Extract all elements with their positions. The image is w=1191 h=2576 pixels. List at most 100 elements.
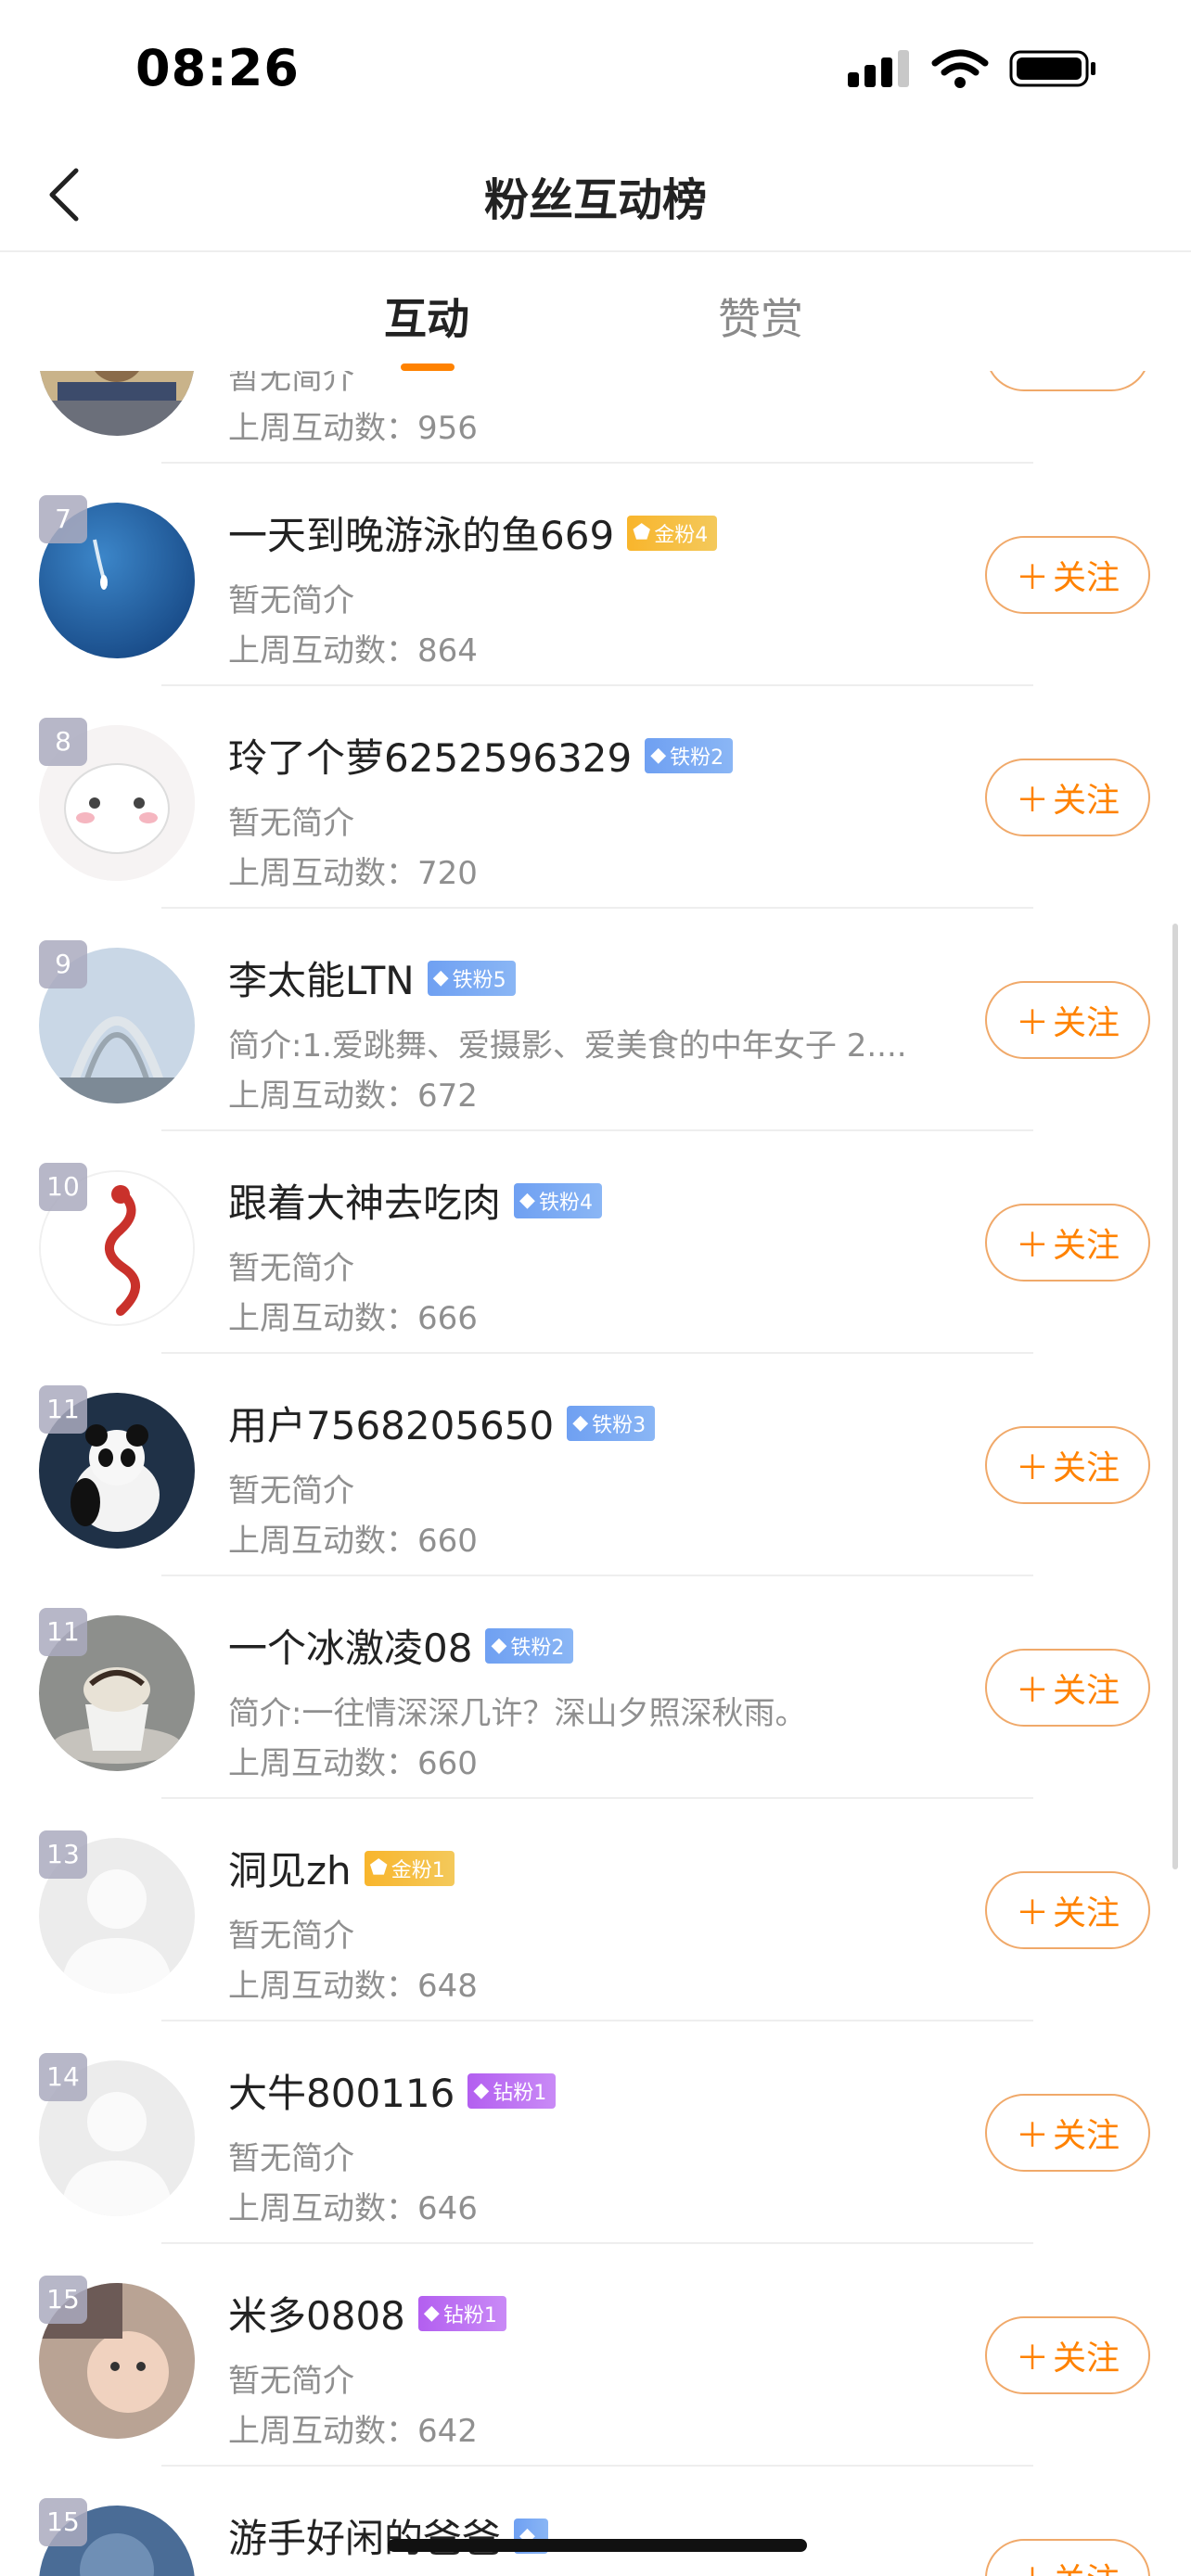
interaction-count: 上周互动数：648 bbox=[228, 1968, 478, 2005]
follow-button[interactable]: ＋关注 bbox=[985, 536, 1150, 614]
fan-level-badge: ⬟ 金粉1 bbox=[364, 1850, 455, 1886]
plus-icon: ＋ bbox=[1015, 559, 1049, 597]
username[interactable]: 跟着大神去吃肉 bbox=[228, 1172, 501, 1229]
battery-icon bbox=[1009, 48, 1098, 93]
rank-badge: 9 bbox=[39, 940, 87, 988]
rank-badge: 15 bbox=[39, 2498, 87, 2546]
username[interactable]: 米多0808 bbox=[228, 2285, 405, 2341]
username[interactable]: 游手好闲的爸爸 bbox=[228, 2507, 501, 2564]
user-bio: 暂无简介 bbox=[228, 1918, 354, 1955]
rank-badge: 14 bbox=[39, 2053, 87, 2101]
diamond-icon: ◆ bbox=[473, 2079, 490, 2102]
tab-interaction[interactable]: 互动 bbox=[384, 286, 469, 347]
tab-bar: 互动 赞赏 bbox=[0, 252, 1191, 371]
rank-badge: 13 bbox=[39, 1830, 87, 1879]
gem-icon: ◆ bbox=[572, 1411, 589, 1435]
fan-level-badge: ◆ 铁粉5 bbox=[427, 960, 516, 996]
plus-icon: ＋ bbox=[1015, 1449, 1049, 1487]
user-bio: 暂无简介 bbox=[228, 2140, 354, 2177]
user-bio: 暂无简介 bbox=[228, 805, 354, 842]
user-bio: 暂无简介 bbox=[228, 1250, 354, 1287]
name-line: 玲了个萝6252596329 ◆ 铁粉2 bbox=[228, 727, 734, 784]
avatar[interactable] bbox=[39, 371, 195, 436]
plus-icon: ＋ bbox=[1015, 2340, 1049, 2378]
interaction-count: 上周互动数：642 bbox=[228, 2413, 478, 2450]
plus-icon: ＋ bbox=[1015, 782, 1049, 820]
username[interactable]: 一个冰激凌08 bbox=[228, 1617, 472, 1674]
interaction-count: 上周互动数：672 bbox=[228, 1078, 478, 1115]
plus-icon: ＋ bbox=[1015, 1227, 1049, 1265]
name-line: 洞见zh ⬟ 金粉1 bbox=[228, 1840, 455, 1896]
username[interactable]: 用户7568205650 bbox=[228, 1395, 554, 1451]
follow-button[interactable]: ＋关注 bbox=[985, 1871, 1150, 1949]
plus-icon: ＋ bbox=[1015, 2117, 1049, 2155]
diamond-icon: ◆ bbox=[423, 2302, 440, 2325]
name-line: 游手好闲的爸爸 ◆ bbox=[228, 2507, 548, 2564]
list-item[interactable]: 10 跟着大神去吃肉 ◆ 铁粉4 暂无简介 上周互动数：666 ＋关注 bbox=[0, 1131, 1191, 1354]
plus-icon: ＋ bbox=[1015, 1004, 1049, 1042]
user-bio: 暂无简介 bbox=[228, 582, 354, 619]
username[interactable]: 一天到晚游泳的鱼669 bbox=[228, 504, 614, 561]
tab-reward[interactable]: 赞赏 bbox=[718, 286, 803, 347]
gem-icon: ⬟ bbox=[369, 1856, 388, 1880]
list-item[interactable]: 13 洞见zh ⬟ 金粉1 暂无简介 上周互动数：648 ＋关注 bbox=[0, 1799, 1191, 2021]
nav-bar: 粉丝互动榜 bbox=[0, 139, 1191, 252]
list-item[interactable]: 14 大牛800116 ◆ 钻粉1 暂无简介 上周互动数：646 ＋关注 bbox=[0, 2021, 1191, 2244]
follow-button[interactable]: ＋关注 bbox=[985, 759, 1150, 836]
name-line: 用户7568205650 ◆ 铁粉3 bbox=[228, 1395, 656, 1451]
status-icons bbox=[846, 48, 1098, 93]
list-item[interactable]: 11 一个冰激凌08 ◆ 铁粉2 简介:一往情深深几许？深山夕照深秋雨。 上周互动… bbox=[0, 1576, 1191, 1799]
fan-level-badge: ◆ 钻粉1 bbox=[417, 2295, 506, 2331]
follow-button[interactable]: ＋关注 bbox=[985, 2094, 1150, 2172]
username[interactable]: 大牛800116 bbox=[228, 2062, 455, 2119]
fan-list: 暂无简介 上周互动数：956 ＋关注 7 一天到晚游泳的鱼669 ⬟金粉4 暂无… bbox=[0, 371, 1191, 2576]
user-bio: 暂无简介 bbox=[228, 1473, 354, 1510]
name-line: 一天到晚游泳的鱼669 ⬟ 金粉4 bbox=[228, 504, 718, 561]
follow-button[interactable]: ＋关注 bbox=[985, 371, 1150, 391]
rank-badge: 7 bbox=[39, 495, 87, 543]
page-title: 粉丝互动榜 bbox=[483, 174, 707, 226]
name-line: 大牛800116 ◆ 钻粉1 bbox=[228, 2062, 557, 2119]
fan-level-badge: ◆ 铁粉3 bbox=[567, 1405, 656, 1441]
name-line: 跟着大神去吃肉 ◆ 铁粉4 bbox=[228, 1172, 602, 1229]
plus-icon: ＋ bbox=[1016, 371, 1049, 376]
plus-icon: ＋ bbox=[1015, 1672, 1049, 1710]
name-line: 一个冰激凌08 ◆ 铁粉2 bbox=[228, 1617, 574, 1674]
follow-button[interactable]: ＋关注 bbox=[985, 1426, 1150, 1504]
tab-indicator bbox=[401, 363, 455, 371]
list-item[interactable]: 11 用户7568205650 ◆ 铁粉3 暂无简介 上周互动数：660 ＋关注 bbox=[0, 1354, 1191, 1576]
interaction-count: 上周互动数：666 bbox=[228, 1300, 478, 1337]
list-item[interactable]: 暂无简介 上周互动数：956 ＋关注 bbox=[0, 371, 1191, 464]
rank-badge: 8 bbox=[39, 718, 87, 766]
follow-button[interactable]: ＋关注 bbox=[985, 1649, 1150, 1727]
interaction-count: 上周互动数：864 bbox=[228, 632, 478, 670]
gem-icon: ◆ bbox=[650, 744, 667, 767]
wifi-icon bbox=[931, 48, 989, 93]
follow-button[interactable]: ＋关注 bbox=[985, 2316, 1150, 2394]
plus-icon: ＋ bbox=[1015, 1894, 1049, 1932]
list-item[interactable]: 15 米多0808 ◆ 钻粉1 暂无简介 上周互动数：642 ＋关注 bbox=[0, 2244, 1191, 2467]
user-bio: 简介:1.爱跳舞、爱摄影、爱美食的中年女子 2.... bbox=[228, 1027, 907, 1065]
username[interactable]: 玲了个萝6252596329 bbox=[228, 727, 632, 784]
list-item[interactable]: 9 李太能LTN ◆ 铁粉5 简介:1.爱跳舞、爱摄影、爱美食的中年女子 2...… bbox=[0, 909, 1191, 1131]
scrollbar[interactable] bbox=[1172, 924, 1178, 1869]
interaction-count: 上周互动数：720 bbox=[228, 855, 478, 892]
fan-level-badge: ◆ 铁粉2 bbox=[645, 737, 734, 773]
home-indicator[interactable] bbox=[388, 2539, 807, 2552]
plus-icon: ＋ bbox=[1016, 2554, 1049, 2576]
username[interactable]: 李太能LTN bbox=[228, 950, 415, 1006]
gem-icon: ⬟ bbox=[633, 521, 651, 544]
rank-badge: 11 bbox=[39, 1608, 87, 1656]
username[interactable]: 洞见zh bbox=[228, 1840, 352, 1896]
rank-badge: 10 bbox=[39, 1163, 87, 1211]
follow-button[interactable]: ＋关注 bbox=[985, 1204, 1150, 1282]
follow-button[interactable]: ＋关注 bbox=[985, 2539, 1150, 2576]
user-bio: 暂无简介 bbox=[228, 2363, 354, 2400]
name-line: 李太能LTN ◆ 铁粉5 bbox=[228, 950, 516, 1006]
follow-button[interactable]: ＋关注 bbox=[985, 981, 1150, 1059]
user-bio: 暂无简介 bbox=[228, 371, 354, 397]
signal-icon bbox=[846, 48, 911, 93]
list-item[interactable]: 15 游手好闲的爸爸 ◆ ＋关注 bbox=[0, 2467, 1191, 2576]
list-item[interactable]: 8 玲了个萝6252596329 ◆ 铁粉2 暂无简介 上周互动数：720 ＋关注 bbox=[0, 686, 1191, 909]
list-item[interactable]: 7 一天到晚游泳的鱼669 ⬟ 金粉4 暂无简介 上周互动数：864 ＋关注 bbox=[0, 464, 1191, 686]
